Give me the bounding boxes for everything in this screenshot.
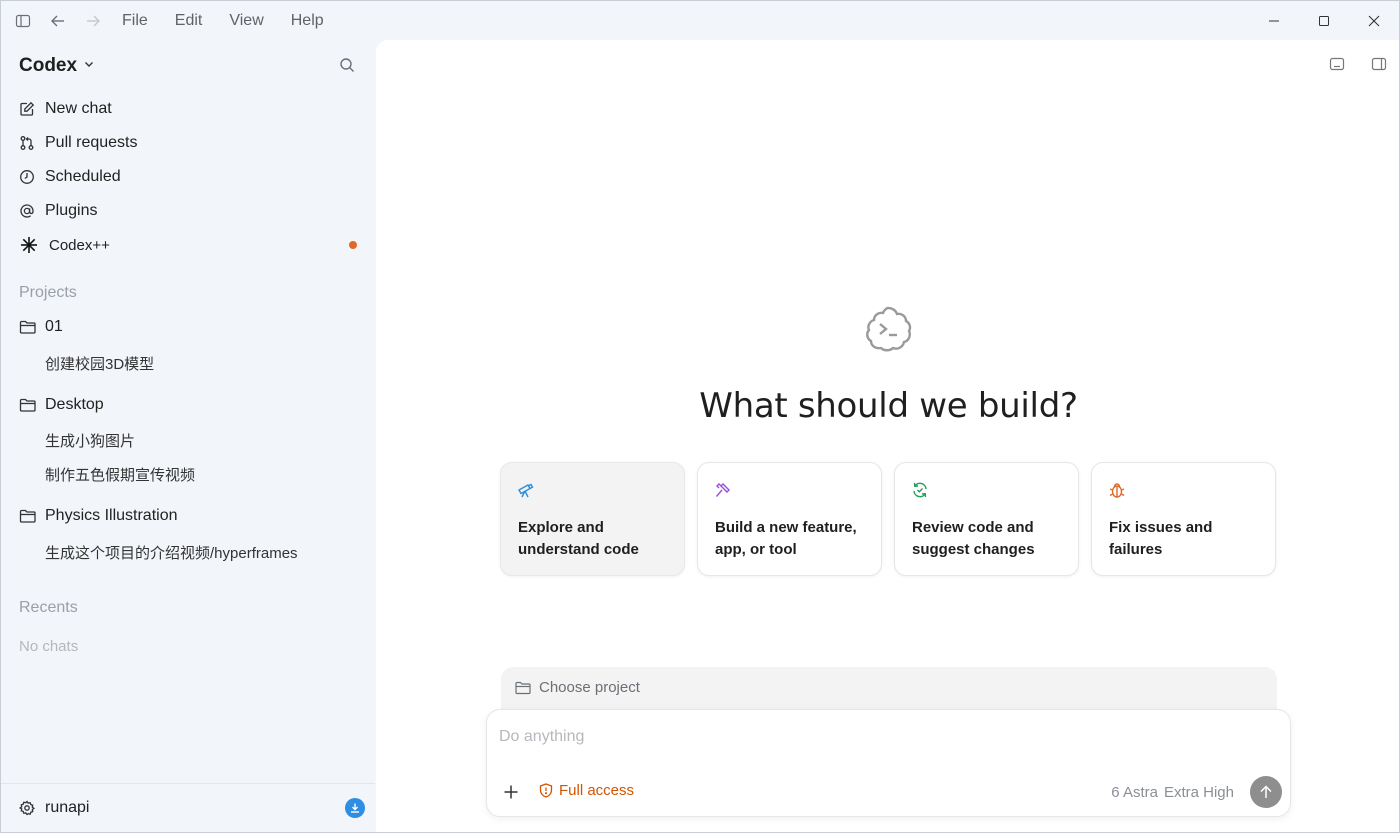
git-pull-request-icon: [19, 135, 35, 151]
menu-help[interactable]: Help: [291, 12, 324, 30]
search-icon[interactable]: [339, 57, 355, 78]
forward-arrow-icon[interactable]: [83, 11, 103, 31]
send-button[interactable]: [1250, 776, 1282, 808]
project-desktop[interactable]: Desktop: [19, 393, 104, 417]
unread-dot: [349, 241, 357, 249]
folder-icon: [19, 397, 37, 413]
asterisk-icon: [19, 235, 39, 255]
project-name: 01: [45, 318, 63, 335]
project-picker-label: Choose project: [539, 679, 640, 696]
recents-heading: Recents: [19, 599, 78, 616]
sidebar-item-label: Pull requests: [45, 134, 138, 151]
clock-icon: [19, 169, 35, 185]
gear-icon: [19, 800, 35, 816]
hammer-icon: [714, 481, 732, 499]
sidebar: Codex New chat Pull requests Scheduled P…: [1, 41, 375, 832]
brand-name: Codex: [19, 55, 78, 76]
shield-alert-icon: [539, 783, 553, 798]
page-title: What should we build?: [699, 386, 1078, 426]
menu-file[interactable]: File: [122, 12, 148, 30]
refresh-check-icon: [911, 481, 929, 499]
project-physics-illustration[interactable]: Physics Illustration: [19, 504, 178, 528]
minimize-button[interactable]: [1249, 1, 1299, 41]
sidebar-item-scheduled[interactable]: Scheduled: [19, 164, 363, 190]
add-attachment-button[interactable]: [501, 782, 521, 802]
sidebar-item-new-chat[interactable]: New chat: [19, 96, 363, 122]
suggestion-card-explore[interactable]: Explore and understand code: [500, 462, 685, 576]
sidebar-item-label: Plugins: [45, 202, 98, 219]
close-button[interactable]: [1349, 1, 1399, 41]
suggestion-card-review[interactable]: Review code and suggest changes: [894, 462, 1079, 576]
app-window: File Edit View Help Codex New chat Pull …: [0, 0, 1400, 833]
maximize-button[interactable]: [1299, 1, 1349, 41]
recents-empty-text: No chats: [19, 638, 79, 655]
username: runapi: [45, 799, 90, 816]
sidebar-item-label: New chat: [45, 100, 112, 117]
composer: Full access 6 Astra Extra High: [486, 709, 1291, 817]
chevron-down-icon: [83, 57, 95, 75]
menu-view[interactable]: View: [229, 12, 263, 30]
access-mode-button[interactable]: Full access: [539, 782, 634, 799]
reasoning-effort: Extra High: [1163, 784, 1234, 801]
projects-heading: Projects: [19, 284, 77, 301]
card-label: Explore and understand code: [518, 519, 639, 558]
telescope-icon: [517, 481, 535, 499]
project-name: Desktop: [45, 396, 104, 413]
side-panel-icon[interactable]: [1371, 56, 1387, 72]
project-picker[interactable]: Choose project: [501, 667, 1277, 715]
card-label: Build a new feature, app, or tool: [715, 519, 857, 558]
project-01[interactable]: 01: [19, 315, 63, 339]
edit-icon: [19, 101, 35, 117]
terminal-panel-icon[interactable]: [1329, 56, 1345, 72]
arrow-up-icon: [1259, 785, 1273, 799]
menu-bar: File Edit View Help: [122, 12, 351, 30]
sidebar-footer: runapi: [1, 783, 375, 832]
main-panel: What should we build? Explore and unders…: [376, 40, 1399, 832]
card-label: Review code and suggest changes: [912, 519, 1035, 558]
settings-button[interactable]: runapi: [19, 799, 89, 817]
sidebar-item-pull-requests[interactable]: Pull requests: [19, 130, 363, 156]
toggle-sidebar-icon[interactable]: [13, 11, 33, 31]
chat-item[interactable]: 制作五色假期宣传视频: [45, 464, 195, 485]
chat-item[interactable]: 生成这个项目的介绍视频/hyperframes: [45, 542, 298, 563]
back-arrow-icon[interactable]: [48, 11, 68, 31]
panel-toolbar: [1329, 56, 1387, 72]
at-sign-icon: [19, 203, 35, 219]
card-label: Fix issues and failures: [1109, 519, 1213, 558]
suggestion-card-fix[interactable]: Fix issues and failures: [1091, 462, 1276, 576]
codex-logo-icon: [861, 302, 915, 356]
project-name: Physics Illustration: [45, 507, 178, 524]
folder-icon: [19, 319, 37, 335]
sidebar-item-plugins[interactable]: Plugins: [19, 198, 363, 224]
chat-item[interactable]: 生成小狗图片: [45, 430, 135, 451]
sidebar-item-label: Scheduled: [45, 168, 121, 185]
prompt-input[interactable]: [499, 724, 1099, 750]
workspace-switcher[interactable]: Codex: [19, 55, 95, 77]
folder-icon: [515, 681, 531, 695]
model-name: 6 Astra: [1111, 784, 1158, 801]
title-bar: File Edit View Help: [1, 1, 1399, 41]
sidebar-item-label: Codex++: [49, 236, 110, 254]
download-update-icon[interactable]: [345, 798, 365, 818]
access-mode-label: Full access: [559, 782, 635, 799]
chat-item[interactable]: 创建校园3D模型: [45, 353, 154, 374]
sidebar-item-codex-plus[interactable]: Codex++: [19, 232, 363, 258]
bug-icon: [1108, 481, 1126, 499]
plus-icon: [504, 785, 518, 799]
menu-edit[interactable]: Edit: [175, 12, 203, 30]
model-selector[interactable]: 6 Astra Extra High: [1111, 784, 1234, 801]
folder-icon: [19, 508, 37, 524]
suggestion-card-build[interactable]: Build a new feature, app, or tool: [697, 462, 882, 576]
